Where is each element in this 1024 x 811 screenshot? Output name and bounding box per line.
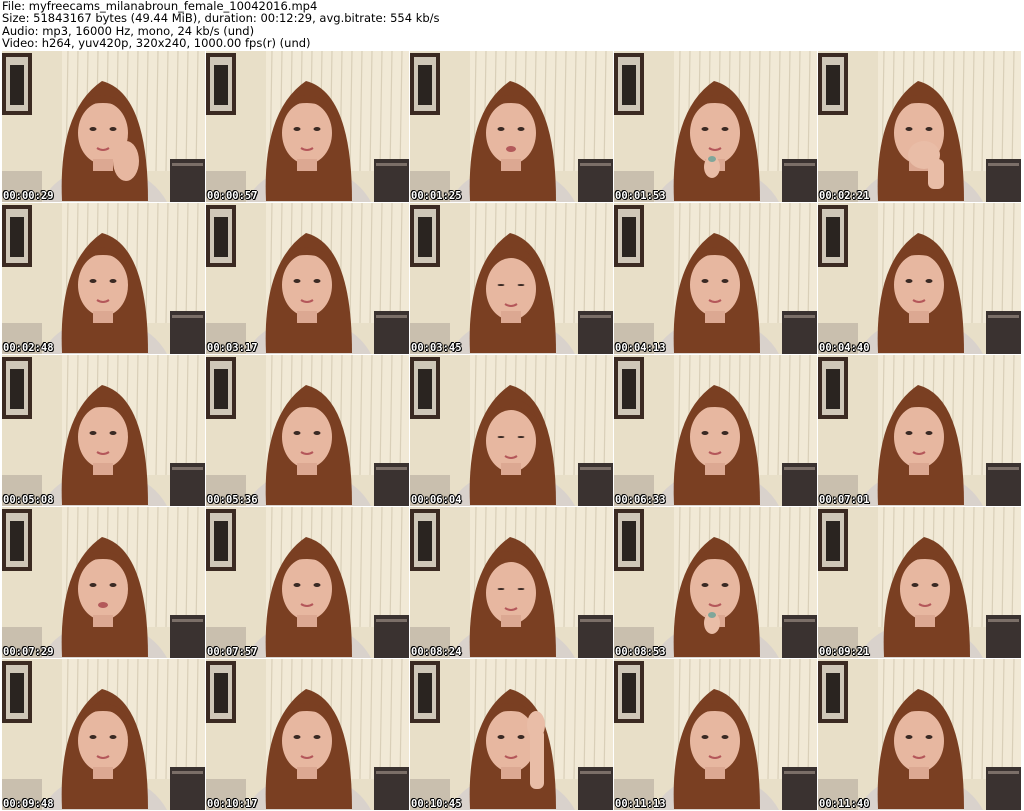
thumbnail-frame-image <box>206 507 409 658</box>
thumbnail-frame-image <box>2 203 205 354</box>
thumbnail-frame-image <box>614 659 817 810</box>
thumbnail-timestamp: 00:01:25 <box>411 190 462 202</box>
thumbnail-timestamp: 00:10:17 <box>207 798 258 810</box>
video-thumbnail: 00:05:36 <box>206 355 409 506</box>
video-thumbnail: 00:04:40 <box>818 203 1021 354</box>
thumbnail-timestamp: 00:04:40 <box>819 342 870 354</box>
thumbnail-frame-image <box>2 355 205 506</box>
thumbnail-timestamp: 00:07:01 <box>819 494 870 506</box>
thumbnail-frame-image <box>206 355 409 506</box>
thumbnail-frame-image <box>818 659 1021 810</box>
thumbnail-timestamp: 00:10:45 <box>411 798 462 810</box>
thumbnail-frame-image <box>410 355 613 506</box>
video-thumbnail: 00:08:24 <box>410 507 613 658</box>
thumbnail-timestamp: 00:05:36 <box>207 494 258 506</box>
thumbnail-timestamp: 00:06:04 <box>411 494 462 506</box>
thumbnail-frame-image <box>410 203 613 354</box>
thumbnail-frame-image <box>206 203 409 354</box>
thumbnail-frame-image <box>614 203 817 354</box>
video-thumbnail: 00:06:33 <box>614 355 817 506</box>
thumbnail-timestamp: 00:09:48 <box>3 798 54 810</box>
thumbnail-frame-image <box>206 659 409 810</box>
video-thumbnail: 00:01:25 <box>410 51 613 202</box>
thumbnail-timestamp: 00:08:53 <box>615 646 666 658</box>
file-size-line: Size: 51843167 bytes (49.44 MiB), durati… <box>2 11 440 26</box>
thumbnail-frame-image <box>206 51 409 202</box>
video-thumbnail: 00:03:17 <box>206 203 409 354</box>
video-thumbnail: 00:09:48 <box>2 659 205 810</box>
thumbnail-grid: 00:00:29 00:00:57 00:01:25 00:01:53 00:02:21… <box>2 51 1022 811</box>
video-thumbnail: 00:09:21 <box>818 507 1021 658</box>
thumbnail-timestamp: 00:08:24 <box>411 646 462 658</box>
thumbnail-timestamp: 00:07:57 <box>207 646 258 658</box>
thumbnail-frame-image <box>614 51 817 202</box>
video-thumbnail: 00:11:40 <box>818 659 1021 810</box>
thumbnail-frame-image <box>2 507 205 658</box>
thumbnail-timestamp: 00:01:53 <box>615 190 666 202</box>
video-thumbnail: 00:05:08 <box>2 355 205 506</box>
file-info-header: File: myfreecams_milanabroun_female_1004… <box>2 0 1022 50</box>
thumbnail-timestamp: 00:03:17 <box>207 342 258 354</box>
video-thumbnail: 00:10:17 <box>206 659 409 810</box>
thumbnail-frame-image <box>614 355 817 506</box>
video-thumbnail: 00:07:57 <box>206 507 409 658</box>
thumbnail-timestamp: 00:00:29 <box>3 190 54 202</box>
thumbnail-timestamp: 00:04:13 <box>615 342 666 354</box>
video-thumbnail: 00:02:48 <box>2 203 205 354</box>
thumbnail-frame-image <box>818 507 1021 658</box>
thumbnail-timestamp: 00:06:33 <box>615 494 666 506</box>
thumbnail-frame-image <box>2 659 205 810</box>
thumbnail-frame-image <box>2 51 205 202</box>
video-thumbnail: 00:00:57 <box>206 51 409 202</box>
thumbnail-timestamp: 00:03:45 <box>411 342 462 354</box>
video-thumbnail: 00:08:53 <box>614 507 817 658</box>
thumbnail-frame-image <box>818 355 1021 506</box>
thumbnail-timestamp: 00:07:29 <box>3 646 54 658</box>
thumbnail-timestamp: 00:02:48 <box>3 342 54 354</box>
video-thumbnail: 00:10:45 <box>410 659 613 810</box>
video-thumbnail: 00:11:13 <box>614 659 817 810</box>
thumbnail-frame-image <box>410 659 613 810</box>
thumbnail-timestamp: 00:11:40 <box>819 798 870 810</box>
video-thumbnail: 00:02:21 <box>818 51 1021 202</box>
video-thumbnail: 00:04:13 <box>614 203 817 354</box>
video-thumbnail: 00:07:29 <box>2 507 205 658</box>
thumbnail-timestamp: 00:00:57 <box>207 190 258 202</box>
thumbnail-frame-image <box>410 507 613 658</box>
thumbnail-timestamp: 00:05:08 <box>3 494 54 506</box>
thumbnail-frame-image <box>818 203 1021 354</box>
video-thumbnail: 00:07:01 <box>818 355 1021 506</box>
thumbnail-timestamp: 00:09:21 <box>819 646 870 658</box>
video-thumbnail: 00:06:04 <box>410 355 613 506</box>
video-thumbnail: 00:03:45 <box>410 203 613 354</box>
video-info-line: Video: h264, yuv420p, 320x240, 1000.00 f… <box>2 35 311 50</box>
thumbnail-timestamp: 00:02:21 <box>819 190 870 202</box>
thumbnail-frame-image <box>614 507 817 658</box>
thumbnail-frame-image <box>410 51 613 202</box>
thumbnail-timestamp: 00:11:13 <box>615 798 666 810</box>
video-thumbnail: 00:01:53 <box>614 51 817 202</box>
video-thumbnail: 00:00:29 <box>2 51 205 202</box>
thumbnail-frame-image <box>818 51 1021 202</box>
